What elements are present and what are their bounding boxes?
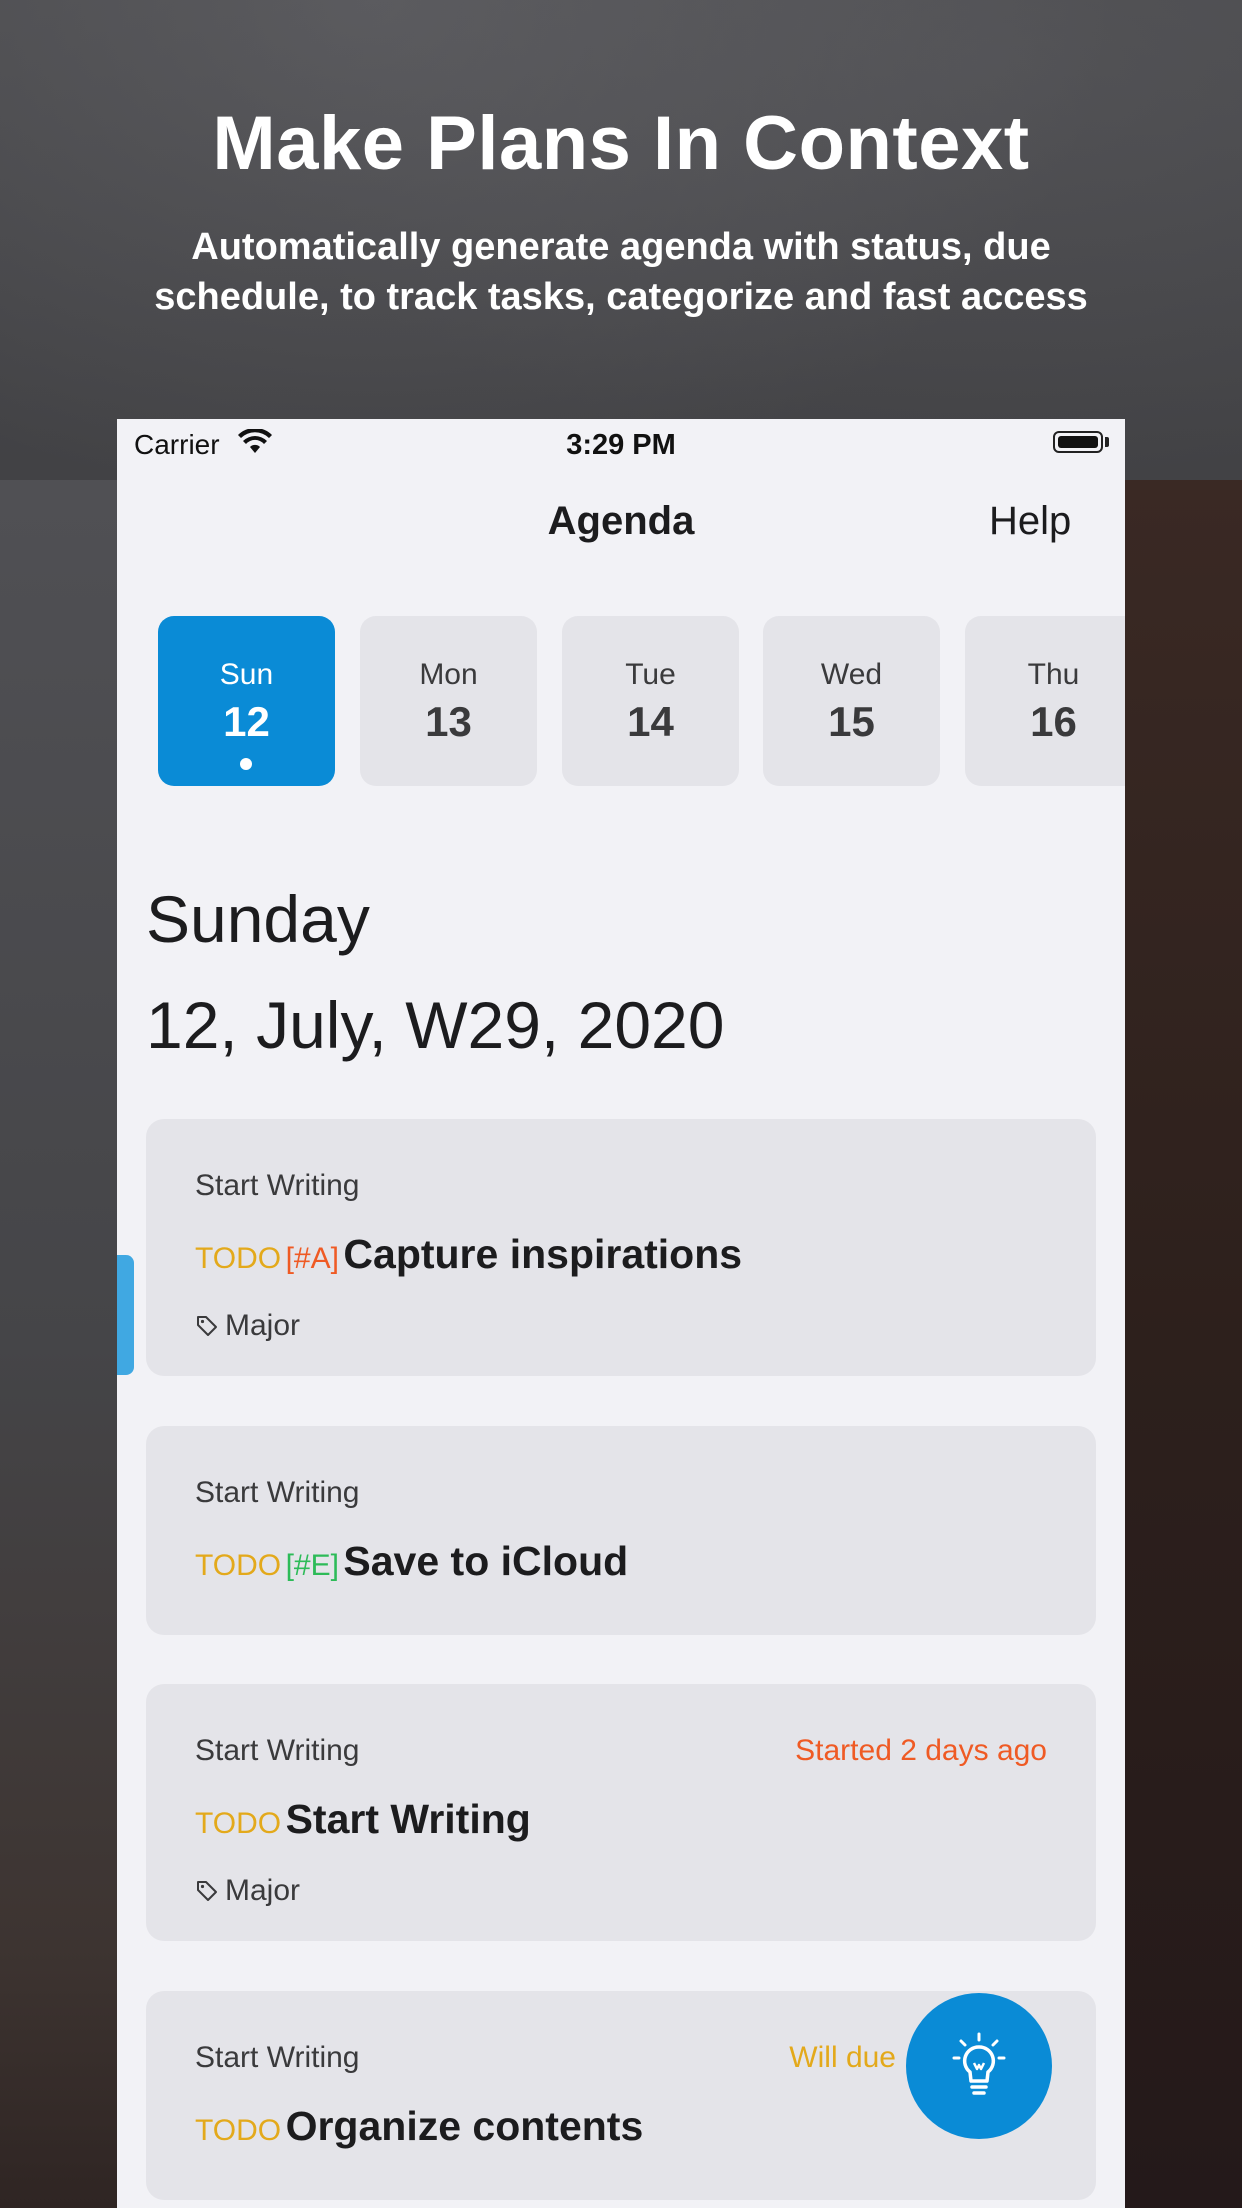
day-number: 14: [627, 698, 674, 745]
day-name: Sun: [219, 658, 274, 691]
day-name: Mon: [419, 658, 478, 691]
todo-keyword: TODO: [195, 2114, 282, 2147]
clock: 3:29 PM: [566, 429, 676, 461]
battery-tip: [1105, 437, 1109, 447]
background-left: [0, 480, 118, 2208]
event-dot: [240, 758, 252, 770]
background-leather: [1120, 480, 1242, 2208]
task-line: TODO [#E] Save to iCloud: [195, 1538, 628, 1585]
selected-date: 12, July, W29, 2020: [146, 988, 725, 1062]
due-status: Will due: [789, 2041, 896, 2074]
nav-title: Agenda: [547, 499, 695, 543]
task-title: Capture inspirations: [343, 1231, 743, 1277]
task-card[interactable]: Start Writing TODO [#A] Capture inspirat…: [146, 1119, 1096, 1376]
day-name: Thu: [1027, 658, 1080, 691]
lightbulb-fab-button[interactable]: [906, 1993, 1052, 2139]
tag-label: Major: [225, 1309, 301, 1342]
help-button[interactable]: Help: [989, 499, 1071, 544]
selected-weekday: Sunday: [146, 882, 370, 956]
todo-keyword: TODO: [195, 1242, 282, 1275]
phone-screen: Carrier 3:29 PM Agenda Help Sun 12 Mon 1…: [117, 419, 1125, 2208]
task-card[interactable]: Start Writing Started 2 days ago TODO St…: [146, 1684, 1096, 1941]
project-label: Start Writing: [195, 1476, 360, 1509]
tag: Major: [195, 1309, 300, 1343]
task-line: TODO Organize contents: [195, 2103, 643, 2150]
day-mon[interactable]: Mon 13: [360, 616, 537, 786]
tag-label: Major: [225, 1874, 301, 1907]
day-name: Wed: [820, 658, 883, 691]
day-number: 15: [828, 698, 875, 745]
status-bar: Carrier 3:29 PM: [117, 419, 1125, 469]
task-line: TODO Start Writing: [195, 1796, 531, 1843]
day-picker: Sun 12 Mon 13 Tue 14 Wed 15 Thu 16: [158, 616, 1125, 786]
day-number: 16: [1030, 698, 1077, 745]
tag-icon: [197, 1881, 217, 1901]
day-number: 12: [223, 698, 270, 745]
project-label: Start Writing: [195, 1734, 360, 1767]
todo-keyword: TODO: [195, 1549, 282, 1582]
tag: Major: [195, 1874, 300, 1908]
priority-label: [#A]: [285, 1242, 339, 1275]
project-label: Start Writing: [195, 2041, 360, 2074]
battery-icon: [1053, 431, 1103, 453]
day-number: 13: [425, 698, 472, 745]
promo-title: Make Plans In Context: [212, 101, 1030, 186]
started-status: Started 2 days ago: [795, 1734, 1047, 1767]
task-title: Organize contents: [285, 2103, 644, 2149]
day-name: Tue: [625, 658, 676, 691]
side-drawer-handle[interactable]: [117, 1255, 134, 1375]
task-line: TODO [#A] Capture inspirations: [195, 1231, 742, 1278]
lightbulb-icon: [952, 2032, 1006, 2095]
priority-label: [#E]: [285, 1549, 339, 1582]
task-title: Save to iCloud: [343, 1538, 629, 1584]
day-thu[interactable]: Thu 16: [965, 616, 1125, 786]
promo-subtitle: Automatically generate agenda with statu…: [154, 226, 1088, 318]
day-wed[interactable]: Wed 15: [763, 616, 940, 786]
day-tue[interactable]: Tue 14: [562, 616, 739, 786]
task-title: Start Writing: [285, 1796, 531, 1842]
tag-icon: [197, 1316, 217, 1336]
project-label: Start Writing: [195, 1169, 360, 1202]
todo-keyword: TODO: [195, 1807, 282, 1840]
day-sun[interactable]: Sun 12: [158, 616, 335, 786]
task-card[interactable]: Start Writing TODO [#E] Save to iCloud: [146, 1426, 1096, 1635]
